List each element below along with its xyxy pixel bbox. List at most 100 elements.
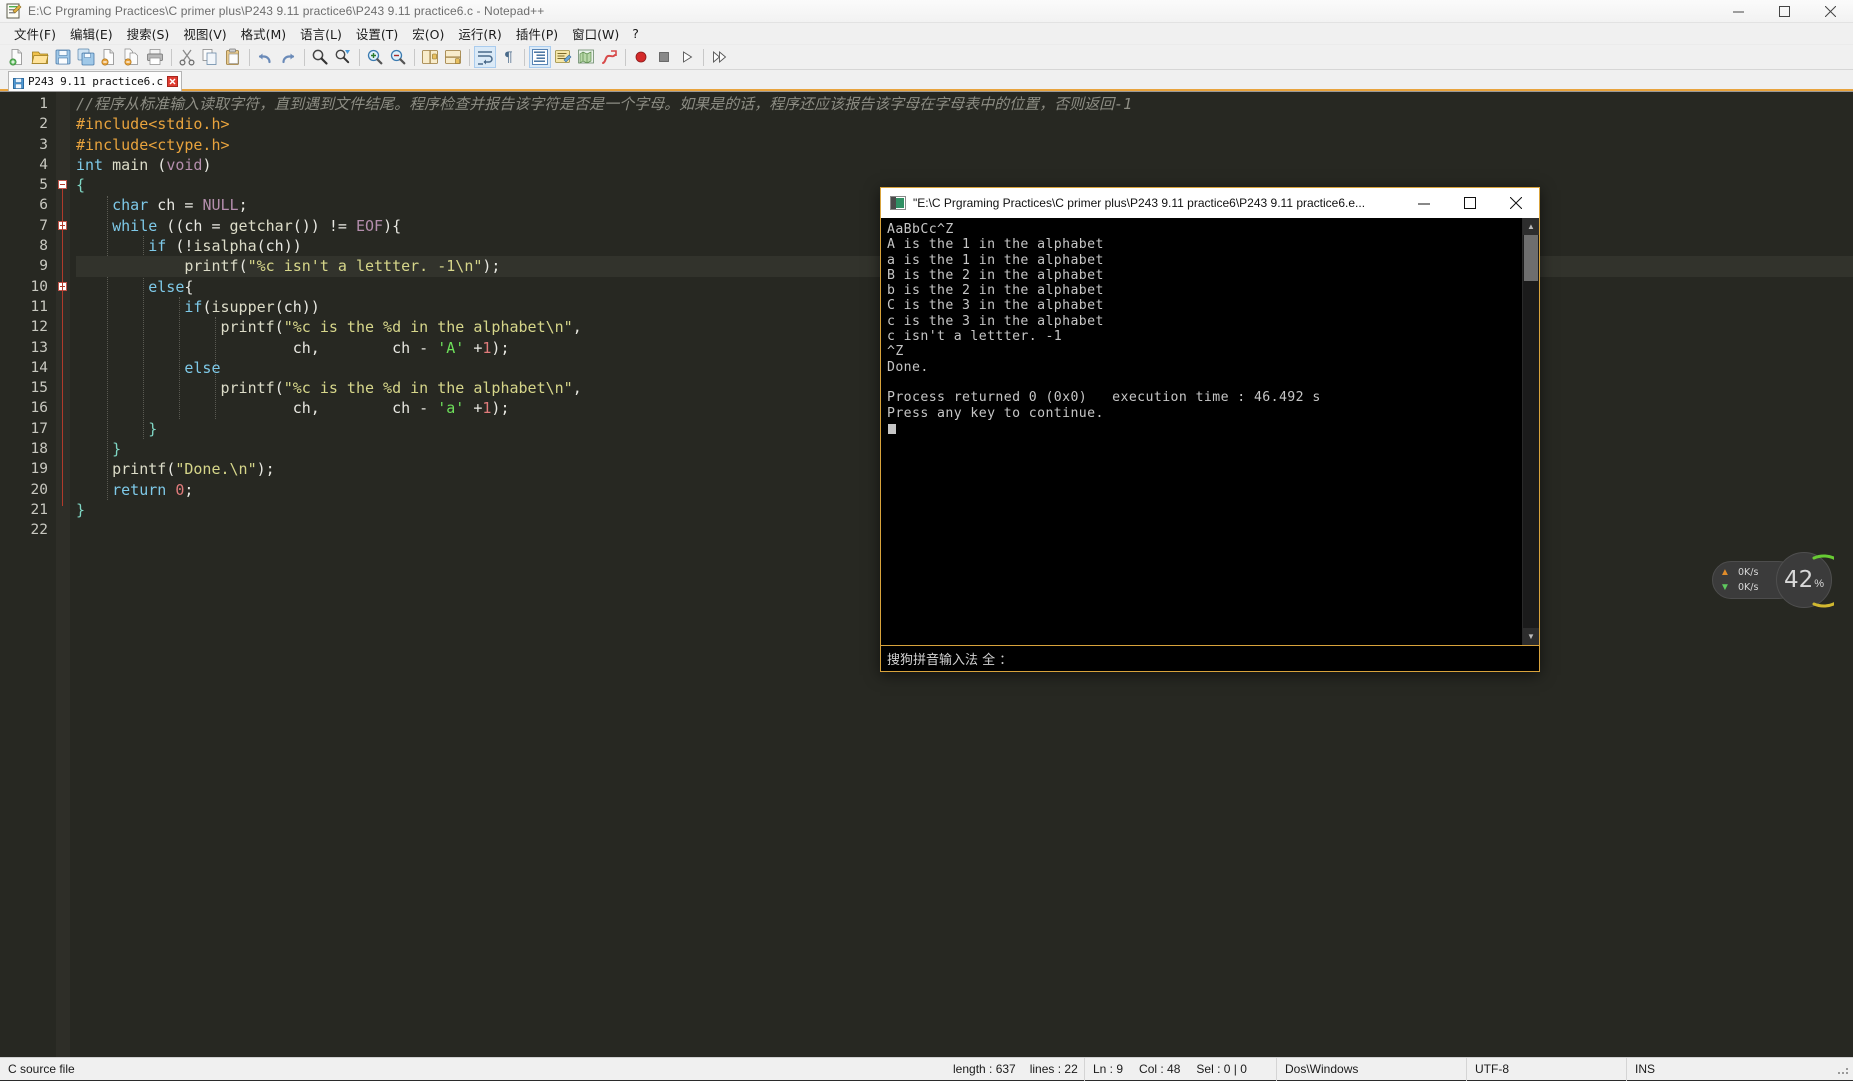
replace-icon[interactable] [332, 46, 354, 68]
menu-macro[interactable]: 宏(O) [405, 22, 451, 45]
fold-slot [56, 317, 70, 337]
sync-vertical-icon[interactable] [419, 46, 441, 68]
save-all-icon[interactable] [75, 46, 97, 68]
undo-icon[interactable] [254, 46, 276, 68]
paste-icon[interactable] [222, 46, 244, 68]
redo-icon[interactable] [277, 46, 299, 68]
close-icon[interactable] [1807, 0, 1853, 23]
show-all-chars-icon[interactable]: ¶ [497, 46, 519, 68]
menu-plugins[interactable]: 插件(P) [509, 22, 565, 45]
minimize-icon[interactable] [1715, 0, 1761, 23]
new-file-icon[interactable] [6, 46, 28, 68]
run-macro-multiple-icon[interactable] [708, 46, 730, 68]
status-doc-type: C source file [8, 1062, 75, 1076]
console-output-line: B is the 2 in the alphabet [887, 267, 1104, 283]
code-line[interactable]: int main (void) [76, 155, 1853, 175]
zoom-in-icon[interactable] [364, 46, 386, 68]
find-icon[interactable] [309, 46, 331, 68]
copy-icon[interactable] [199, 46, 221, 68]
record-macro-icon[interactable] [630, 46, 652, 68]
user-defined-dialog-icon[interactable] [552, 46, 574, 68]
toolbar-separator [469, 48, 470, 66]
notepad-toolbar: ¶ [0, 45, 1853, 70]
ime-status-bar: 搜狗拼音输入法 全 ： [881, 645, 1539, 671]
open-file-icon[interactable] [29, 46, 51, 68]
line-number: 8 [39, 238, 48, 255]
cut-icon[interactable] [176, 46, 198, 68]
minimize-icon[interactable] [1401, 188, 1447, 218]
line-number: 2 [39, 116, 48, 133]
fold-slot [56, 520, 70, 540]
code-token: void [166, 155, 203, 174]
close-all-icon[interactable] [121, 46, 143, 68]
menu-window[interactable]: 窗口(W) [565, 22, 626, 45]
code-token: getchar [229, 216, 293, 235]
line-number: 10 [30, 278, 48, 295]
menu-file[interactable]: 文件(F) [7, 22, 63, 45]
menu-format[interactable]: 格式(M) [234, 22, 294, 45]
scroll-down-icon[interactable]: ▼ [1523, 628, 1539, 645]
console-scrollbar[interactable]: ▲ ▼ [1522, 218, 1539, 645]
maximize-icon[interactable] [1447, 188, 1493, 218]
console-output-line: Done. [887, 359, 929, 375]
code-line[interactable]: #include<stdio.h> [76, 114, 1853, 134]
menu-language[interactable]: 语言(L) [293, 22, 349, 45]
code-folding-column[interactable] [56, 92, 70, 1057]
line-number: 17 [30, 420, 48, 437]
fold-slot [56, 459, 70, 479]
console-cursor [888, 423, 896, 434]
fold-slot [56, 378, 70, 398]
console-window[interactable]: "E:\C Prgraming Practices\C primer plus\… [880, 187, 1540, 672]
function-list-icon[interactable] [598, 46, 620, 68]
code-token: ; [184, 480, 194, 499]
scrollbar-thumb[interactable] [1524, 235, 1538, 281]
scrollbar-track[interactable] [1523, 281, 1539, 628]
notepad-window-controls [1715, 0, 1853, 23]
menu-search[interactable]: 搜索(S) [120, 22, 177, 45]
scroll-up-icon[interactable]: ▲ [1523, 218, 1539, 235]
sync-horizontal-icon[interactable] [442, 46, 464, 68]
line-number: 5 [39, 177, 48, 194]
code-line[interactable]: //程序从标准输入读取字符，直到遇到文件结尾。程序检查并报告该字符是否是一个字母… [76, 94, 1853, 114]
network-speed-widget[interactable]: ▲ 0K/s ▼ 0K/s 42% [1712, 552, 1834, 608]
zoom-out-icon[interactable] [387, 46, 409, 68]
close-icon[interactable] [1493, 188, 1539, 218]
console-output-line: Process returned 0 (0x0) execution time … [887, 390, 1321, 406]
code-token: ch = [148, 196, 203, 215]
code-token: ){ [383, 216, 402, 235]
indent-guide-icon[interactable] [529, 46, 551, 68]
status-encoding: UTF-8 [1467, 1057, 1627, 1081]
word-wrap-icon[interactable] [474, 46, 496, 68]
code-token: printf [184, 257, 239, 276]
menu-edit[interactable]: 编辑(E) [63, 22, 120, 45]
close-file-icon[interactable] [98, 46, 120, 68]
fold-slot [56, 338, 70, 358]
stop-macro-icon[interactable] [653, 46, 675, 68]
resize-grip-icon[interactable] [1835, 1061, 1851, 1077]
cpu-usage-gauge[interactable]: 42% [1776, 552, 1834, 608]
menu-settings[interactable]: 设置(T) [349, 22, 405, 45]
print-icon[interactable] [144, 46, 166, 68]
status-ln: Ln : 9 [1093, 1062, 1124, 1076]
menu-help[interactable]: ? [626, 24, 645, 43]
document-map-icon[interactable] [575, 46, 597, 68]
save-icon[interactable] [52, 46, 74, 68]
code-line[interactable]: #include<ctype.h> [76, 135, 1853, 155]
tab-close-icon[interactable] [166, 76, 178, 87]
line-number: 20 [30, 481, 48, 498]
menu-view[interactable]: 视图(V) [176, 22, 233, 45]
fold-toggle-icon[interactable] [58, 180, 67, 190]
console-body[interactable]: AaBbCc^Z A is the 1 in the alphabet a is t… [881, 218, 1539, 645]
code-token: (ch)) [274, 297, 320, 316]
console-output-line: a is the 1 in the alphabet [887, 252, 1104, 268]
maximize-icon[interactable] [1761, 0, 1807, 23]
document-tab[interactable]: P243 9.11 practice6.c [8, 71, 182, 91]
menu-run[interactable]: 运行(R) [451, 22, 508, 45]
code-token: "%c is the %d in the alphabet\n" [283, 379, 573, 398]
code-token: + [464, 399, 483, 418]
play-macro-icon[interactable] [676, 46, 698, 68]
